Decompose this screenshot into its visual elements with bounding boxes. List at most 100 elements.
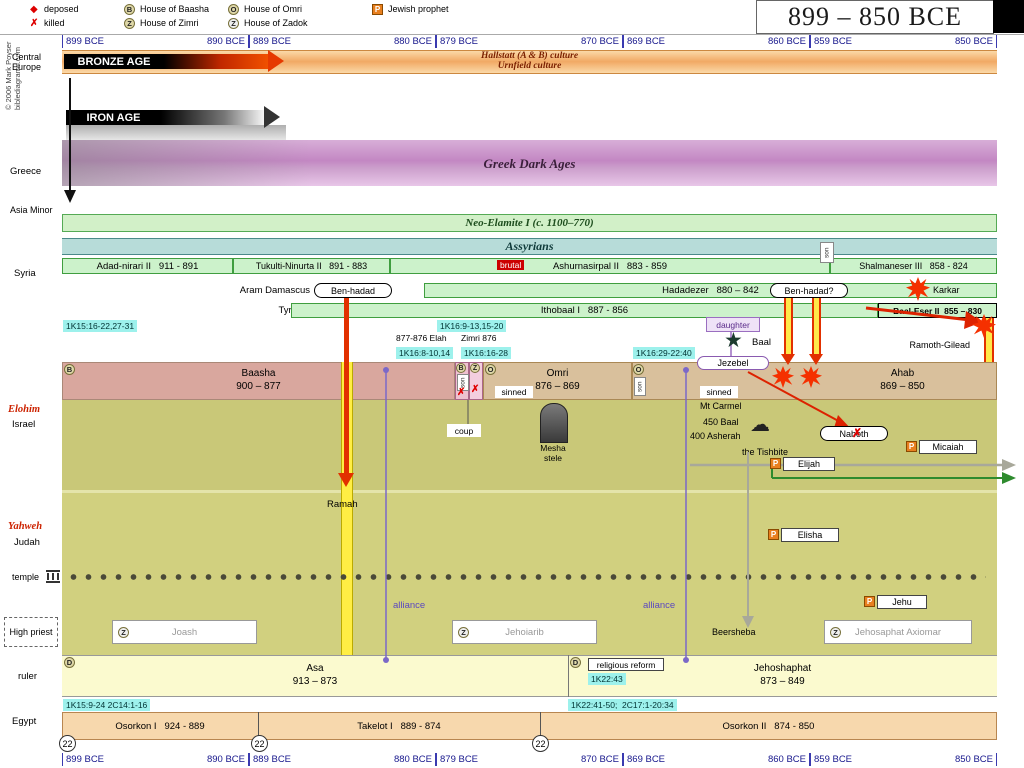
adad-nirari-label: Adad-nirari II 911 - 891: [97, 261, 199, 272]
high-priest-jehoiarib-box: Jehoiarib: [452, 620, 597, 644]
invasion-arrowhead-1: [781, 354, 795, 365]
scale-label: 889 BCE: [253, 754, 291, 765]
elisha-label: Elisha: [798, 530, 823, 540]
page-title: 899 – 850 BCE: [788, 2, 962, 32]
tukulti-label: Tukulti-Ninurta II 891 - 883: [256, 261, 367, 271]
scale-label: 869 BCE: [627, 36, 665, 47]
scale-segment: 899 BCE 890 BCE: [62, 753, 249, 766]
scale-label: 869 BCE: [627, 754, 665, 765]
dynasty-label: 22: [535, 739, 545, 749]
shalmaneser-band: Shalmaneser III 858 - 824: [830, 258, 997, 274]
sinned-label: sinned: [706, 387, 731, 397]
ref-jehoshaphat-note: 1K22:43: [588, 673, 626, 685]
naboth-killed-icon: ✗: [852, 427, 862, 439]
ben-hadad-raid-arrowhead: [338, 473, 354, 487]
ben-hadad2-label: Ben-hadad?: [784, 286, 833, 296]
scale-label: 899 BCE: [66, 754, 104, 765]
ithobaal-label: Ithobaal I 887 - 856: [541, 305, 628, 316]
invasion-arrow-1: [784, 298, 793, 354]
alliance-label-2: alliance: [643, 600, 675, 611]
ben-hadad-oval: Ben-hadad: [314, 283, 392, 298]
mesha-stele-icon: [540, 403, 568, 443]
adad-nirari-band: Adad-nirari II 911 - 891: [62, 258, 233, 274]
deposed-icon: ◆: [30, 4, 38, 15]
jehoshaphat-years: 873 – 849: [568, 676, 997, 687]
asa-name: Asa: [62, 663, 568, 674]
title-box: 899 – 850 BCE: [756, 0, 994, 34]
ruler-divider: [568, 655, 569, 697]
killed-icon: ✗: [30, 18, 38, 29]
legend-house-baasha-label: House of Baasha: [140, 4, 209, 14]
ref-zimri-a: 1K16:9-13,15-20: [437, 320, 506, 332]
region-label-temple: temple: [12, 572, 39, 582]
region-label-israel: Israel: [12, 419, 35, 430]
osorkon2-label: Osorkon II 874 - 850: [540, 721, 997, 732]
high-priest-joash-box: Joash: [112, 620, 257, 644]
mesha-label-2: stele: [527, 453, 579, 463]
iron-age-arrowhead: [264, 106, 280, 128]
jehoiarib-label: Jehoiarib: [505, 627, 544, 638]
dynasty-22-badge-3: 22: [532, 735, 549, 752]
scale-label: 879 BCE: [440, 36, 478, 47]
jehoiarib-zadok-icon: Z: [458, 627, 469, 638]
iron-age-box: IRON AGE: [66, 110, 161, 125]
scale-label: 870 BCE: [581, 754, 619, 765]
baal-eser-label: Baal-Eser II 855 – 830: [893, 306, 982, 316]
legend-deposed-label: deposed: [44, 4, 79, 14]
invasion-arrow-2: [812, 298, 821, 354]
house-baasha-icon: B: [124, 4, 135, 15]
tukulti-ninurta-band: Tukulti-Ninurta II 891 - 883: [233, 258, 390, 274]
legend-house-zadok-label: House of Zadok: [244, 18, 308, 28]
omri-house-icon: O: [485, 364, 496, 375]
ahab-sinned-tag: sinned: [700, 386, 738, 398]
jezebel-label: Jezebel: [717, 358, 748, 368]
region-label-high-priest: High priest: [4, 617, 58, 647]
scale-label: 850 BCE: [955, 754, 993, 765]
brutal-tag: brutal: [497, 260, 524, 270]
scale-label: 850 BCE: [955, 36, 993, 47]
elah-killed-icon: ✗: [457, 388, 465, 398]
dynasty-22-badge-1: 22: [59, 735, 76, 752]
ahab-house-icon: O: [633, 364, 644, 375]
iron-age-label: IRON AGE: [87, 112, 141, 124]
scale-segment: 869 BCE860 BCE: [623, 753, 810, 766]
assyrians-band: Assyrians: [62, 238, 997, 255]
iron-age-arrow: [161, 110, 267, 125]
scale-segment: 859 BCE 850 BCE: [810, 753, 997, 766]
aram-damascus-label: Aram Damascus: [210, 285, 310, 296]
micaiah-prophet-icon: P: [906, 441, 917, 452]
ref-baasha-war: 1K15:16-22,27-31: [63, 320, 137, 332]
jehu-prophet-icon: P: [864, 596, 875, 607]
greek-dark-ages-label: Greek Dark Ages: [62, 156, 997, 172]
ben-hadad-label: Ben-hadad: [331, 286, 375, 296]
jehu-label: Jehu: [892, 597, 912, 607]
elijah-label: Elijah: [798, 459, 820, 469]
scale-label: 880 BCE: [394, 754, 432, 765]
region-label-asia-minor: Asia Minor: [10, 205, 54, 215]
ref-asa: 1K15:9-24 2C14:1-16: [63, 699, 150, 711]
baal-label: Baal: [752, 337, 771, 348]
jehu-box: Jehu: [877, 595, 927, 609]
ashurnasirpal-label: Ashurnasirpal II 883 - 859: [553, 261, 667, 272]
coup-tag: coup: [447, 424, 481, 437]
mesha-label-1: Mesha: [527, 443, 579, 453]
region-label-central-europe: Central Europe: [12, 52, 58, 72]
scale-label: 899 BCE: [66, 36, 104, 47]
baasha-name: Baasha: [62, 368, 455, 379]
tishbite-label: the Tishbite: [742, 447, 788, 457]
ben-hadad-raid-arrow: [344, 297, 349, 475]
scale-segment: 879 BCE870 BCE: [436, 35, 623, 48]
elijah-box: Elijah: [783, 457, 835, 471]
scale-label: 880 BCE: [394, 36, 432, 47]
neo-elamite-label: Neo-Elamite I (c. 1100–770): [465, 217, 593, 229]
scale-label: 859 BCE: [814, 754, 852, 765]
scale-label: 879 BCE: [440, 754, 478, 765]
ahab-years: 869 – 850: [810, 381, 995, 392]
ahab-son-tag: son: [634, 377, 646, 396]
scale-segment: 869 BCE860 BCE: [623, 35, 810, 48]
scale-label: 890 BCE: [207, 754, 245, 765]
joash-zadok-icon: Z: [118, 627, 129, 638]
ref-jehoshaphat: 1K22:41-50; 2C17:1-20:34: [568, 699, 677, 711]
scale-label: 859 BCE: [814, 36, 852, 47]
shalmaneser-son-tag: son: [820, 242, 834, 263]
